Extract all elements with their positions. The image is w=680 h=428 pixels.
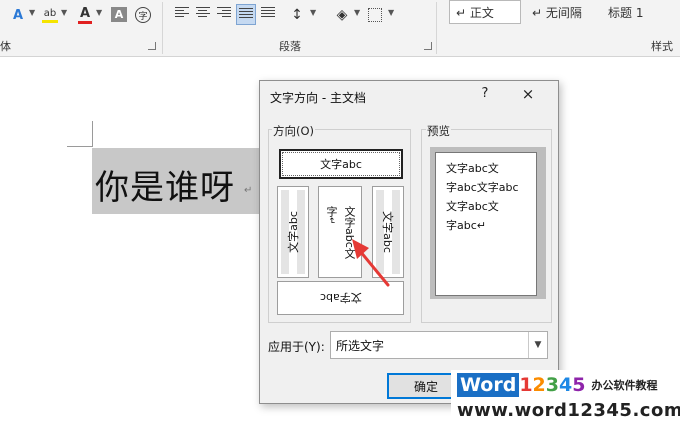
highlight-dropdown-icon[interactable]: ▼ [61,8,67,17]
borders-dropdown-icon[interactable]: ▼ [388,8,394,17]
preview-frame: 文字abc文 字abc文字abc 文字abc文 字abc↵ [430,147,546,299]
watermark-digit: 4 [559,374,573,396]
align-right-icon[interactable] [217,7,231,20]
option-text: 文字abc [320,158,362,171]
watermark-logo: Word 1 2 3 4 5 办公软件教程 www.word12345.com [451,370,680,426]
paragraph-group-label: 段落 [279,40,301,53]
watermark-digit: 2 [532,374,546,396]
preview-line: 文字abc文 [446,162,499,175]
text-direction-dialog: 文字方向 - 主文档 ? × 方向(O) 文字abc 文字abc 文字abc文 … [259,80,559,404]
paragraph-mark: ↵ [244,185,253,196]
font-color-dropdown-icon[interactable]: ▼ [96,8,102,17]
watermark-digit: 3 [545,374,560,396]
preview-line: 文字abc文 [446,200,499,213]
apply-to-value: 所选文字 [336,338,385,353]
style-normal-label: ↵ 正文 [456,5,494,20]
style-no-spacing[interactable]: ↵ 无间隔 [526,0,596,24]
help-button[interactable]: ? [478,86,492,101]
option-return-arrow-icon: ↵ [326,216,336,225]
watermark-subtitle: 办公软件教程 [591,379,658,392]
watermark-title-row: Word 1 2 3 4 5 办公软件教程 [457,372,657,398]
crop-mark [67,146,93,147]
align-left-icon[interactable] [175,7,189,20]
direction-horizontal-option[interactable]: 文字abc [279,149,403,179]
preview-line: 字abc文字abc [446,181,519,194]
stack-second-column: 字 ↵ [323,206,339,225]
crop-mark [92,121,93,147]
paragraph-dialog-launcher-icon[interactable] [424,42,432,50]
line-spacing-dropdown-icon[interactable]: ▼ [310,8,316,17]
font-group-label: 体 [0,40,11,53]
option-text: 文字abc [287,211,300,253]
text-effects-icon[interactable]: A [10,5,26,25]
style-no-spacing-label: ↵ 无间隔 [532,5,582,20]
shading-icon[interactable]: ◈ [333,5,351,25]
watermark-digit: 1 [519,374,533,396]
ribbon-separator [162,2,163,54]
dialog-title: 文字方向 - 主文档 [270,91,366,105]
apply-to-label: 应用于(Y): [268,340,325,354]
borders-icon[interactable] [368,8,382,22]
chevron-down-icon[interactable]: ▼ [528,332,547,358]
style-heading-1-label: 标题 1 [608,5,644,20]
watermark-url: www.word12345.com [457,400,680,421]
preview-line: 字abc↵ [446,219,486,232]
style-heading-1[interactable]: 标题 1 [602,0,676,24]
line-spacing-icon[interactable]: ↕ [290,5,304,25]
ribbon-separator [436,2,437,54]
enclose-character-icon[interactable]: 字 [135,7,151,23]
watermark-word: Word [457,373,520,397]
character-shading-icon[interactable]: A [111,7,127,22]
align-center-icon[interactable] [196,7,210,20]
ribbon: A ▼ ab ▼ A ▼ A 字 ↕ ▼ ◈ ▼ ▼ ↵ 正文 ↵ 无间隔 标题… [0,0,680,57]
text-effects-dropdown-icon[interactable]: ▼ [29,8,35,17]
styles-group-label: 样式 [651,40,673,53]
style-normal[interactable]: ↵ 正文 [449,0,521,24]
apply-to-select[interactable]: 所选文字 ▼ [330,331,548,359]
document-text[interactable]: 你是谁呀 [95,160,235,209]
watermark-digit: 5 [572,374,586,396]
option-text-prefix: 字 [325,205,338,217]
direction-vertical-left-option[interactable]: 文字abc [277,186,309,278]
distributed-icon[interactable] [261,7,275,20]
ok-button-label: 确定 [413,379,438,394]
direction-group-label: 方向(O) [272,123,316,139]
font-color-icon[interactable]: A [77,5,93,25]
preview-page: 文字abc文 字abc文字abc 文字abc文 字abc↵ [435,152,537,296]
preview-group-label: 预览 [426,123,451,139]
justify-icon[interactable] [236,4,256,25]
highlight-icon[interactable]: ab [41,5,59,25]
shading-dropdown-icon[interactable]: ▼ [354,8,360,17]
close-button[interactable]: × [518,85,538,103]
annotation-arrow-icon [352,239,390,287]
font-dialog-launcher-icon[interactable] [148,42,156,50]
